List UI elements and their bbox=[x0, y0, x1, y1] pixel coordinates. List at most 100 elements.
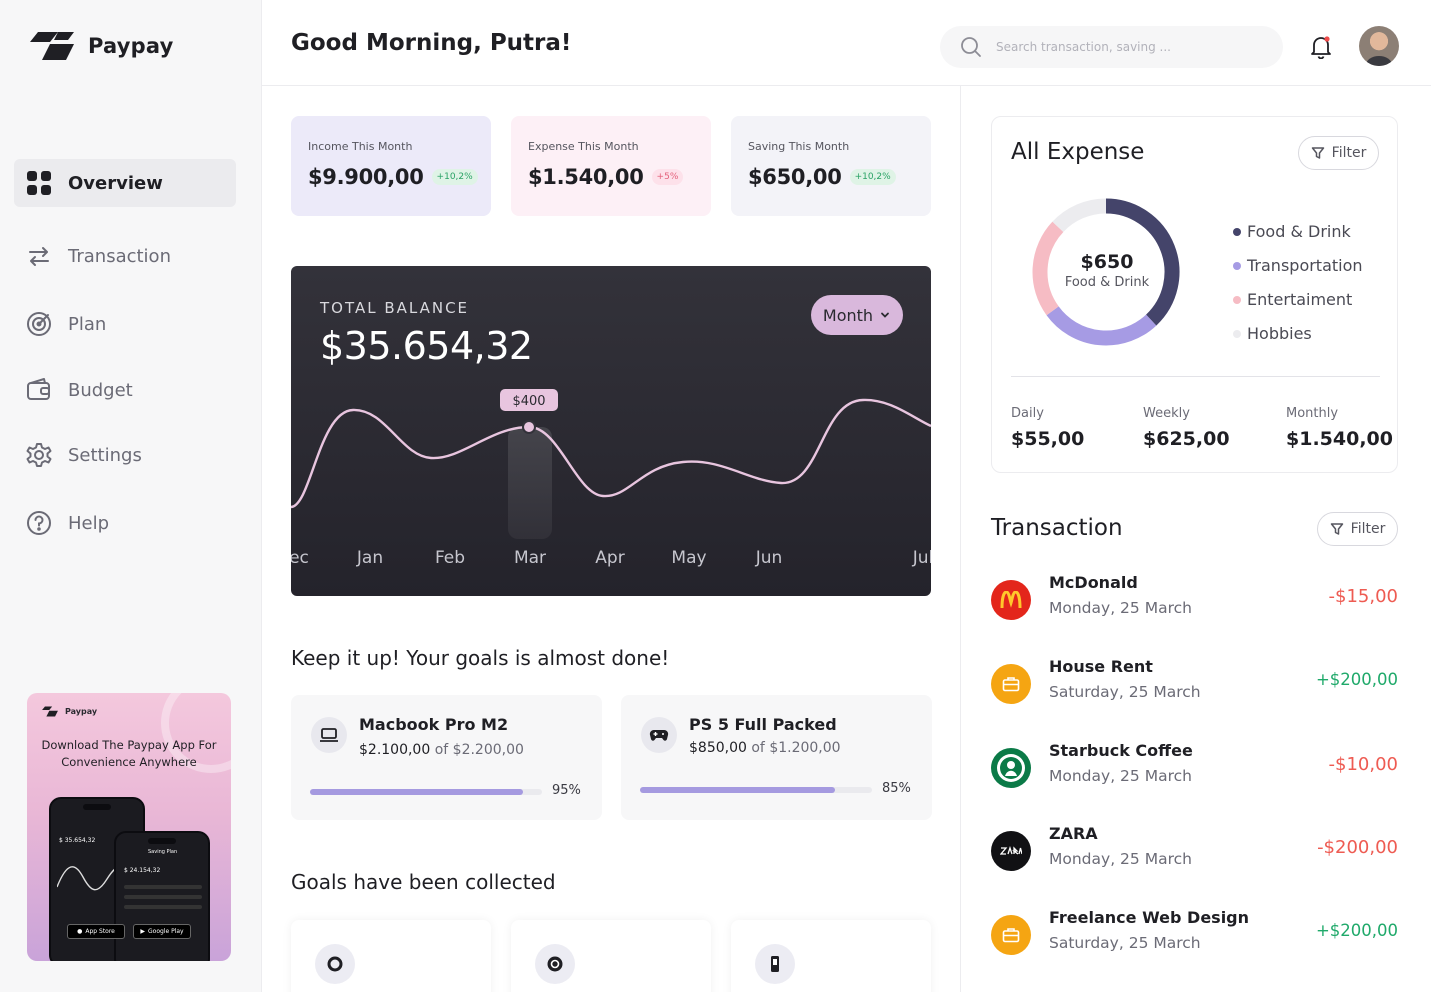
briefcase-icon bbox=[991, 915, 1031, 955]
goal-percent: 95% bbox=[552, 783, 581, 798]
saving-card[interactable]: Saving This Month $650,00 +10,2% bbox=[731, 116, 931, 216]
month-label: Jun bbox=[755, 548, 783, 568]
google-play-button[interactable]: ▶ Google Play bbox=[133, 924, 191, 939]
sidebar-item-label: Budget bbox=[68, 379, 133, 401]
app-download-promo[interactable]: Paypay Download The Paypay App For Conve… bbox=[27, 693, 231, 961]
monthly-value: $1.540,00 bbox=[1286, 428, 1393, 450]
transaction-filter-button[interactable]: Filter bbox=[1317, 512, 1398, 546]
expense-card[interactable]: Expense This Month $1.540,00 +5% bbox=[511, 116, 711, 216]
transaction-row[interactable]: ZARA Monday, 25 March -$200,00 bbox=[991, 824, 1398, 884]
sidebar-item-label: Plan bbox=[68, 313, 107, 335]
transaction-row[interactable]: McDonald Monday, 25 March -$15,00 bbox=[991, 573, 1398, 633]
donut-segment-2[interactable] bbox=[1032, 221, 1064, 316]
app-store-button[interactable]: ● App Store bbox=[67, 924, 125, 939]
transaction-date: Saturday, 25 March bbox=[1049, 934, 1201, 952]
briefcase-icon bbox=[991, 664, 1031, 704]
promo-brand: Paypay bbox=[41, 705, 97, 718]
transaction-row[interactable]: Freelance Web Design Saturday, 25 March … bbox=[991, 908, 1398, 968]
google-play-label: Google Play bbox=[148, 928, 184, 935]
transaction-amount: -$10,00 bbox=[1328, 754, 1398, 775]
expense-divider bbox=[1011, 376, 1380, 377]
card-value: $650,00 bbox=[748, 165, 842, 189]
goal-name: Macbook Pro M2 bbox=[359, 715, 509, 734]
transaction-date: Monday, 25 March bbox=[1049, 850, 1192, 868]
collected-goal-card[interactable] bbox=[731, 920, 931, 992]
zara-logo-icon bbox=[991, 831, 1031, 871]
phone-mockup-front: Saving Plan $ 24.154,32 bbox=[114, 831, 210, 961]
legend-label: Entertaiment bbox=[1247, 290, 1353, 309]
sidebar-item-budget[interactable]: Budget bbox=[14, 366, 236, 414]
expense-title: All Expense bbox=[1011, 139, 1145, 165]
collected-goal-card[interactable] bbox=[511, 920, 711, 992]
income-card[interactable]: Income This Month $9.900,00 +10,2% bbox=[291, 116, 491, 216]
search-bar[interactable] bbox=[940, 26, 1283, 68]
goal-name: PS 5 Full Packed bbox=[689, 715, 837, 734]
donut-center-value: $650 bbox=[1080, 251, 1134, 273]
card-label: Saving This Month bbox=[748, 140, 850, 153]
legend-item-entertainment: Entertaiment bbox=[1233, 290, 1352, 309]
column-divider bbox=[960, 86, 961, 992]
highlight-column bbox=[508, 427, 552, 539]
goal-of: of bbox=[751, 740, 765, 756]
promo-brand-name: Paypay bbox=[65, 707, 98, 716]
tooltip-value: $400 bbox=[512, 394, 545, 409]
legend-label: Hobbies bbox=[1247, 324, 1312, 343]
transaction-row[interactable]: House Rent Saturday, 25 March +$200,00 bbox=[991, 657, 1398, 717]
paypay-logo-icon bbox=[30, 32, 74, 60]
user-avatar[interactable] bbox=[1359, 26, 1399, 66]
phone-balance: $ 24.154,32 bbox=[124, 867, 161, 874]
starbucks-logo-icon bbox=[991, 748, 1031, 788]
card-value: $9.900,00 bbox=[308, 165, 424, 189]
legend-item-transportation: Transportation bbox=[1233, 256, 1363, 275]
expense-filter-button[interactable]: Filter bbox=[1298, 136, 1379, 170]
notification-button[interactable] bbox=[1301, 27, 1341, 67]
transaction-title: Transaction bbox=[991, 515, 1123, 541]
sidebar-item-help[interactable]: Help bbox=[14, 499, 236, 547]
play-icon: ▶ bbox=[140, 928, 146, 935]
sidebar-item-overview[interactable]: Overview bbox=[14, 159, 236, 207]
collected-goal-card[interactable] bbox=[291, 920, 491, 992]
all-expense-card: All Expense Filter $650 Food & Drink Foo… bbox=[991, 116, 1398, 473]
app-store-label: App Store bbox=[85, 928, 115, 935]
goal-of: of bbox=[434, 742, 449, 758]
goal-percent: 85% bbox=[882, 781, 911, 796]
goal-card[interactable]: PS 5 Full Packed $850,00 of $1.200,00 85… bbox=[621, 695, 932, 820]
apple-icon: ● bbox=[77, 928, 83, 935]
goal-target: $2.200,00 bbox=[452, 742, 524, 758]
transaction-amount: -$15,00 bbox=[1328, 586, 1398, 607]
transaction-name: McDonald bbox=[1049, 573, 1138, 592]
transaction-row[interactable]: Starbuck Coffee Monday, 25 March -$10,00 bbox=[991, 741, 1398, 801]
paypay-logo-icon bbox=[42, 706, 58, 717]
bell-icon bbox=[1311, 36, 1331, 59]
transaction-name: Freelance Web Design bbox=[1049, 908, 1250, 927]
sidebar-item-settings[interactable]: Settings bbox=[14, 431, 236, 479]
sidebar-item-plan[interactable]: Plan bbox=[14, 300, 236, 348]
legend-item-hobbies: Hobbies bbox=[1233, 324, 1312, 343]
sidebar-item-label: Transaction bbox=[68, 245, 171, 267]
month-label: May bbox=[671, 548, 706, 568]
legend-dot bbox=[1233, 227, 1241, 236]
collected-title: Goals have been collected bbox=[291, 870, 556, 894]
card-label: Expense This Month bbox=[528, 140, 639, 153]
gear-icon bbox=[26, 443, 52, 467]
app-logo[interactable]: Paypay bbox=[28, 28, 174, 64]
search-icon bbox=[961, 37, 981, 57]
goal-current: $850,00 bbox=[689, 740, 747, 756]
search-input[interactable] bbox=[996, 40, 1236, 54]
goal-card[interactable]: Macbook Pro M2 $2.100,00 of $2.200,00 95… bbox=[291, 695, 602, 820]
transaction-date: Saturday, 25 March bbox=[1049, 683, 1201, 701]
period-dropdown[interactable]: Month bbox=[811, 295, 903, 335]
daily-label: Daily bbox=[1011, 406, 1044, 421]
donut-segment-3[interactable] bbox=[1052, 198, 1107, 233]
sidebar-item-transaction[interactable]: Transaction bbox=[14, 232, 236, 280]
highlight-point[interactable] bbox=[522, 420, 536, 434]
goal-amount: $2.100,00 of $2.200,00 bbox=[359, 742, 524, 758]
weekly-label: Weekly bbox=[1143, 406, 1190, 421]
phone-balance: $ 35.654,32 bbox=[59, 837, 96, 844]
donut-segment-1[interactable] bbox=[1046, 306, 1157, 346]
goal-current: $2.100,00 bbox=[359, 742, 431, 758]
balance-line bbox=[291, 398, 931, 509]
greeting: Good Morning, Putra! bbox=[291, 30, 572, 56]
sidebar-item-label: Help bbox=[68, 512, 110, 534]
monthly-label: Monthly bbox=[1286, 406, 1339, 421]
